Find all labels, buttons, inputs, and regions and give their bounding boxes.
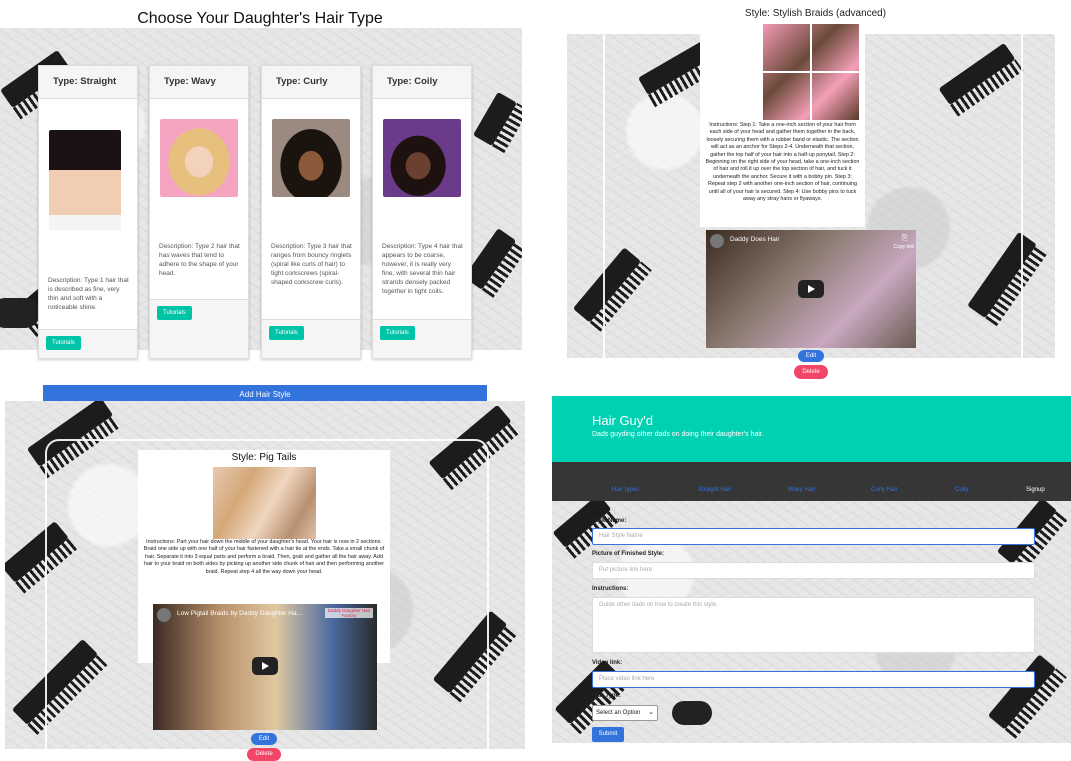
edit-button[interactable]: Edit — [798, 350, 824, 362]
brand-title: Hair Guy'd — [592, 413, 654, 428]
braids-photo-collage — [763, 24, 859, 120]
picture-link-input[interactable]: Put picture link here — [592, 562, 1035, 579]
video-link-input[interactable]: Place video link here — [592, 671, 1035, 688]
delete-button[interactable]: Delete — [247, 748, 281, 761]
card-coily: Type: Coily Description: Type 4 hair tha… — [372, 65, 472, 359]
hair-type-select[interactable]: Select an Option ⌄ — [592, 705, 658, 721]
brand-tagline: Dads guyding other dads on doing their d… — [592, 431, 764, 438]
page-title: Choose Your Daughter's Hair Type — [137, 10, 383, 27]
pig-tails-photo — [213, 467, 316, 539]
tutorials-button[interactable]: Tutorials — [269, 326, 304, 340]
style-title: Style: Pig Tails — [231, 452, 297, 463]
video-title: Daddy Does Hair — [730, 236, 780, 243]
card-description: Description: Type 1 hair that is describ… — [48, 277, 129, 311]
card-description: Description: Type 4 hair that appears to… — [382, 243, 463, 295]
style-card: Instructions: Step 1: Take a one-inch se… — [700, 22, 865, 227]
nav-coily[interactable]: Coily — [955, 487, 968, 493]
nav-straight-hair[interactable]: Straight Hair — [698, 487, 731, 493]
hair-types-panel: Choose Your Daughter's Hair Type Type: S… — [0, 0, 522, 362]
play-button[interactable] — [798, 280, 824, 298]
nav-hair-types[interactable]: Hair types — [612, 487, 639, 493]
hero-header: Hair Guy'd Dads guyding other dads on do… — [552, 396, 1071, 462]
tutorials-button[interactable]: Tutorials — [46, 336, 81, 350]
style-name-label: Style Name: — [592, 518, 627, 524]
card-title: Type: Curly — [262, 66, 360, 99]
style-title: Style: Stylish Braids (advanced) — [744, 8, 887, 19]
channel-logo: Daddy Daughter Hair Factory — [325, 608, 373, 618]
video-embed[interactable]: Daddy Does Hair ⎘ Copy link — [706, 230, 916, 348]
video-embed[interactable]: Low Pigtail Braids by Daddy Daughter Ha.… — [153, 604, 377, 730]
style-instructions: Instructions: Part your hair down the mi… — [143, 539, 385, 575]
card-description: Description: Type 2 hair that has waves … — [159, 243, 240, 277]
card-wavy: Type: Wavy Description: Type 2 hair that… — [149, 65, 249, 359]
navbar: Hair types Straight Hair Wavy Hair Curly… — [552, 462, 1071, 501]
card-description: Description: Type 3 hair that ranges fro… — [271, 243, 352, 286]
style-name-input[interactable]: Hair Style Name — [592, 528, 1035, 545]
curly-hair-photo — [272, 119, 350, 197]
card-curly: Type: Curly Description: Type 3 hair tha… — [261, 65, 361, 359]
style-instructions: Instructions: Step 1: Take a one-inch se… — [705, 122, 860, 203]
delete-button[interactable]: Delete — [794, 365, 828, 379]
straight-hair-photo — [49, 130, 121, 230]
pig-tails-panel: Add Hair Style Style: Pig Tails Instruct… — [0, 385, 530, 761]
chevron-down-icon: ⌄ — [648, 709, 654, 716]
nav-signup[interactable]: Signup — [1026, 487, 1045, 493]
card-title: Type: Coily — [373, 66, 471, 99]
add-style-form-panel: Hair Guy'd Dads guyding other dads on do… — [552, 396, 1071, 761]
select-value: Select an Option — [596, 710, 641, 716]
card-straight: Type: Straight Description: Type 1 hair … — [38, 65, 138, 359]
card-title: Type: Wavy — [150, 66, 248, 99]
hair-type-label: Hair Type: — [592, 693, 621, 699]
tutorials-button[interactable]: Tutorials — [380, 326, 415, 340]
picture-label: Picture of Finished Style: — [592, 551, 665, 557]
submit-button[interactable]: Submit — [592, 727, 624, 742]
video-link-label: Video link: — [592, 660, 623, 666]
coily-hair-photo — [383, 119, 461, 197]
tutorials-button[interactable]: Tutorials — [157, 306, 192, 320]
card-title: Type: Straight — [39, 66, 137, 99]
stylish-braids-panel: Style: Stylish Braids (advanced) Instruc… — [560, 0, 1071, 385]
instructions-label: Instructions: — [592, 586, 629, 592]
instructions-textarea[interactable]: Guide other dads on how to create this s… — [592, 597, 1035, 653]
play-button[interactable] — [252, 657, 278, 675]
copy-link-label: Copy link — [893, 244, 914, 250]
video-title: Low Pigtail Braids by Daddy Daughter Ha.… — [177, 610, 303, 617]
share-icon[interactable]: ⎘ — [902, 233, 908, 243]
nav-wavy-hair[interactable]: Wavy Hair — [788, 487, 815, 493]
edit-button[interactable]: Edit — [251, 733, 277, 745]
wavy-hair-photo — [160, 119, 238, 197]
nav-curly-hair[interactable]: Curly Hair — [871, 487, 898, 493]
